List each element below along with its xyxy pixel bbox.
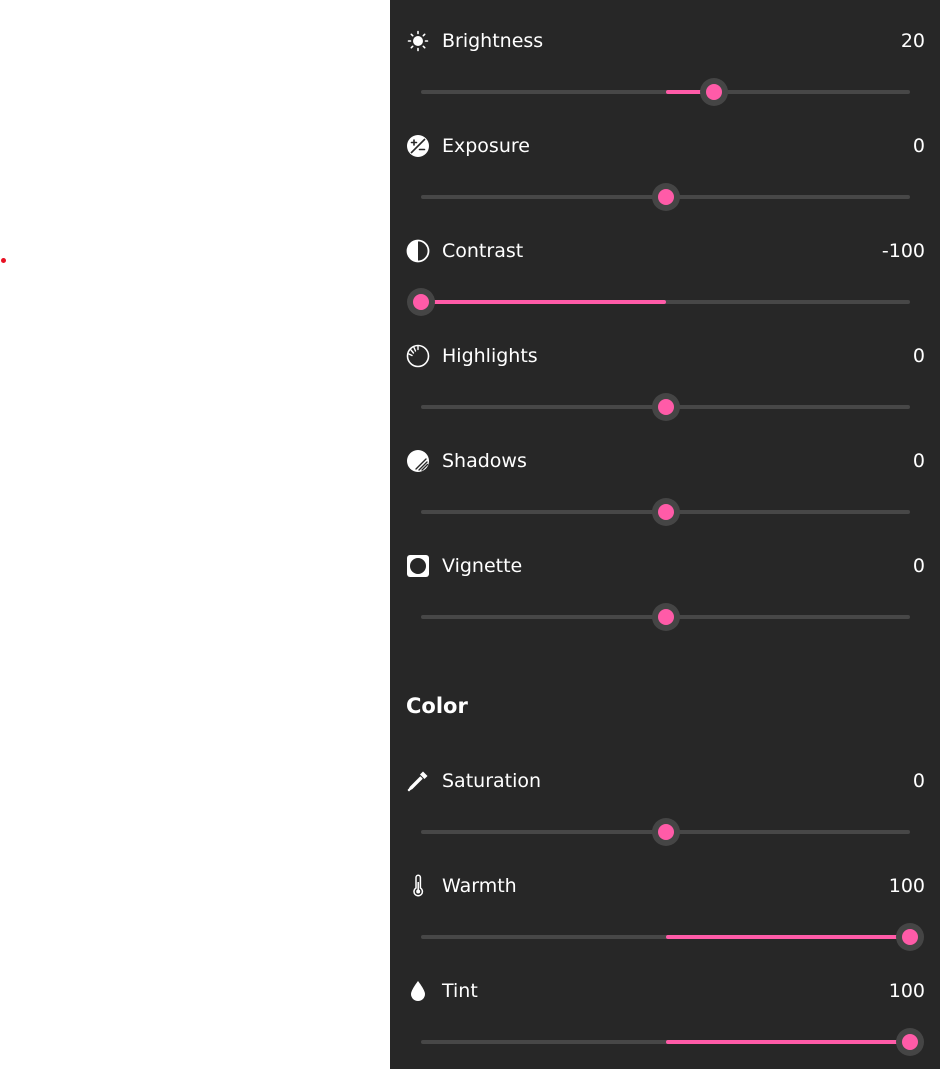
exposure-value: 0 bbox=[912, 135, 925, 157]
adjust-row-exposure: Exposure 0 bbox=[390, 105, 940, 211]
slider-fill bbox=[421, 300, 666, 304]
slider-thumb[interactable] bbox=[896, 1028, 924, 1056]
adjust-row-saturation: Saturation 0 bbox=[390, 740, 940, 846]
highlights-label: Highlights bbox=[442, 345, 538, 367]
warmth-value: 100 bbox=[888, 875, 925, 897]
brightness-value: 20 bbox=[900, 30, 925, 52]
color-section-title: Color bbox=[406, 694, 468, 718]
contrast-icon bbox=[406, 239, 430, 263]
slider-thumb[interactable] bbox=[651, 818, 680, 846]
slider-thumb[interactable] bbox=[651, 603, 680, 631]
adjust-row-shadows: Shadows 0 bbox=[390, 420, 940, 526]
slider-thumb[interactable] bbox=[700, 78, 729, 106]
brightness-slider[interactable] bbox=[421, 78, 910, 106]
highlights-slider[interactable] bbox=[421, 393, 910, 421]
saturation-label: Saturation bbox=[442, 770, 542, 792]
slider-thumb[interactable] bbox=[651, 498, 680, 526]
image-canvas bbox=[0, 0, 390, 1069]
brightness-icon bbox=[406, 29, 430, 53]
slider-fill bbox=[665, 935, 910, 939]
shadows-value: 0 bbox=[912, 450, 925, 472]
tint-label: Tint bbox=[442, 980, 478, 1002]
saturation-slider[interactable] bbox=[421, 818, 910, 846]
shadows-icon bbox=[406, 449, 430, 473]
warmth-slider[interactable] bbox=[421, 923, 924, 951]
adjust-row-brightness: Brightness 20 bbox=[390, 0, 940, 106]
adjust-panel: Brightness 20 Exposure 0 Contrast -100 H… bbox=[390, 0, 940, 1069]
contrast-value: -100 bbox=[881, 240, 925, 262]
droplet-icon bbox=[406, 979, 430, 1003]
shadows-slider[interactable] bbox=[421, 498, 910, 526]
slider-thumb[interactable] bbox=[407, 288, 435, 316]
eyedropper-icon bbox=[406, 769, 430, 793]
exposure-icon bbox=[406, 134, 430, 158]
tint-slider[interactable] bbox=[421, 1028, 924, 1056]
slider-thumb[interactable] bbox=[651, 183, 680, 211]
adjust-row-vignette: Vignette 0 bbox=[390, 525, 940, 631]
slider-thumb[interactable] bbox=[651, 393, 680, 421]
vignette-slider[interactable] bbox=[421, 603, 910, 631]
tint-value: 100 bbox=[888, 980, 925, 1002]
vignette-label: Vignette bbox=[442, 555, 523, 577]
exposure-slider[interactable] bbox=[421, 183, 910, 211]
warmth-label: Warmth bbox=[442, 875, 517, 897]
saturation-value: 0 bbox=[912, 770, 925, 792]
contrast-label: Contrast bbox=[442, 240, 524, 262]
adjust-row-contrast: Contrast -100 bbox=[390, 210, 940, 316]
highlights-value: 0 bbox=[912, 345, 925, 367]
contrast-slider[interactable] bbox=[407, 288, 910, 316]
adjust-row-tint: Tint 100 bbox=[390, 950, 940, 1056]
brightness-label: Brightness bbox=[442, 30, 544, 52]
exposure-label: Exposure bbox=[442, 135, 530, 157]
vignette-value: 0 bbox=[912, 555, 925, 577]
highlights-icon bbox=[406, 344, 430, 368]
slider-thumb[interactable] bbox=[896, 923, 924, 951]
adjust-row-highlights: Highlights 0 bbox=[390, 315, 940, 421]
thermometer-icon bbox=[406, 874, 430, 898]
adjust-row-warmth: Warmth 100 bbox=[390, 845, 940, 951]
canvas-marker bbox=[1, 258, 6, 263]
slider-fill bbox=[665, 1040, 910, 1044]
shadows-label: Shadows bbox=[442, 450, 527, 472]
vignette-icon bbox=[406, 554, 430, 578]
